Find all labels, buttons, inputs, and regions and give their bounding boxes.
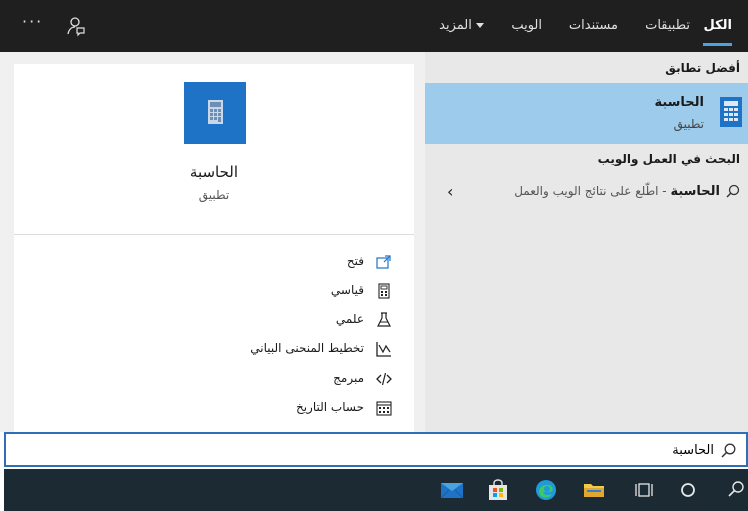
taskbar-mail-button[interactable] — [440, 478, 464, 502]
action-scientific-label: علمي — [335, 312, 364, 326]
tab-more-label: المزيد — [439, 18, 472, 33]
preview-app-title: الحاسبة — [189, 163, 239, 181]
web-search-result-text: الحاسبة - اطّلع على نتائج الويب والعمل — [514, 184, 720, 199]
divider — [14, 234, 414, 235]
search-icon — [728, 481, 744, 497]
action-graphing[interactable]: تخطيط المنحنى البياني — [232, 339, 392, 361]
web-search-separator: - — [658, 184, 671, 198]
search-icon — [721, 443, 736, 458]
action-programmer[interactable]: مبرمج — [312, 369, 392, 391]
preview-app-subtitle: تطبيق — [198, 188, 230, 202]
action-scientific[interactable]: علمي — [317, 310, 392, 332]
tab-web[interactable]: الويب — [511, 0, 542, 52]
best-match-subtitle: تطبيق — [673, 117, 704, 131]
taskbar-cortana-button[interactable] — [676, 478, 700, 502]
taskbar-file-explorer-button[interactable] — [582, 478, 606, 502]
action-open-label: فتح — [346, 254, 364, 268]
tab-documents-label: مستندات — [568, 18, 618, 33]
app-preview-pane: الحاسبة تطبيق فتح قياسي علمي تخطيط المنح… — [14, 64, 414, 432]
action-open[interactable]: فتح — [332, 252, 392, 274]
web-search-description: اطّلع على نتائج الويب والعمل — [514, 184, 659, 198]
calendar-icon — [376, 401, 392, 416]
graph-icon — [376, 342, 391, 357]
open-icon — [376, 255, 391, 269]
tab-web-label: الويب — [511, 18, 542, 33]
best-match-result[interactable]: الحاسبة تطبيق — [425, 83, 748, 144]
web-search-query: الحاسبة — [670, 184, 720, 199]
taskbar-task-view-button[interactable] — [632, 478, 656, 502]
action-graphing-label: تخطيط المنحنى البياني — [250, 341, 364, 355]
best-match-header: أفضل تطابق — [665, 61, 740, 75]
taskbar-search-button[interactable] — [724, 478, 748, 502]
code-icon — [376, 372, 392, 386]
calculator-icon — [378, 283, 390, 299]
search-icon — [726, 184, 740, 198]
more-options-button[interactable]: ··· — [22, 12, 43, 31]
action-standard-label: قياسي — [330, 283, 364, 297]
feedback-button[interactable] — [64, 15, 86, 37]
edge-icon — [536, 480, 556, 500]
action-date-calculation[interactable]: حساب التاريخ — [282, 398, 392, 420]
tab-all[interactable]: الكل — [703, 0, 732, 52]
chevron-left-icon[interactable]: ‹ — [447, 182, 453, 201]
flask-icon — [377, 312, 391, 327]
calculator-icon — [208, 100, 223, 124]
chevron-down-icon — [476, 23, 484, 28]
calculator-app-tile[interactable] — [184, 82, 246, 144]
action-standard[interactable]: قياسي — [312, 281, 392, 303]
web-search-header: البحث في العمل والويب — [597, 152, 740, 166]
tab-all-label: الكل — [703, 18, 732, 33]
tab-documents[interactable]: مستندات — [569, 0, 618, 52]
search-box[interactable] — [4, 432, 748, 467]
active-tab-indicator — [703, 43, 732, 46]
best-match-title: الحاسبة — [654, 95, 704, 110]
action-date-calculation-label: حساب التاريخ — [295, 400, 364, 414]
web-search-result[interactable]: الحاسبة - اطّلع على نتائج الويب والعمل ‹ — [425, 176, 748, 208]
tab-more[interactable]: المزيد — [439, 0, 490, 52]
mail-icon — [440, 483, 464, 499]
file-explorer-icon — [584, 484, 604, 497]
search-tabs-bar: الكل تطبيقات مستندات الويب المزيد ··· — [0, 0, 748, 52]
taskbar-edge-button[interactable] — [534, 478, 558, 502]
action-programmer-label: مبرمج — [333, 371, 364, 385]
feedback-icon — [67, 17, 85, 37]
search-input[interactable] — [194, 439, 714, 461]
store-icon — [489, 479, 507, 500]
task-view-icon — [635, 483, 653, 497]
calculator-app-icon — [720, 97, 742, 127]
taskbar — [4, 469, 748, 511]
taskbar-store-button[interactable] — [486, 478, 510, 502]
tab-apps[interactable]: تطبيقات — [645, 0, 690, 52]
results-pane: أفضل تطابق الحاسبة تطبيق البحث في العمل … — [425, 52, 748, 432]
cortana-icon — [681, 483, 695, 497]
tab-apps-label: تطبيقات — [645, 18, 690, 33]
